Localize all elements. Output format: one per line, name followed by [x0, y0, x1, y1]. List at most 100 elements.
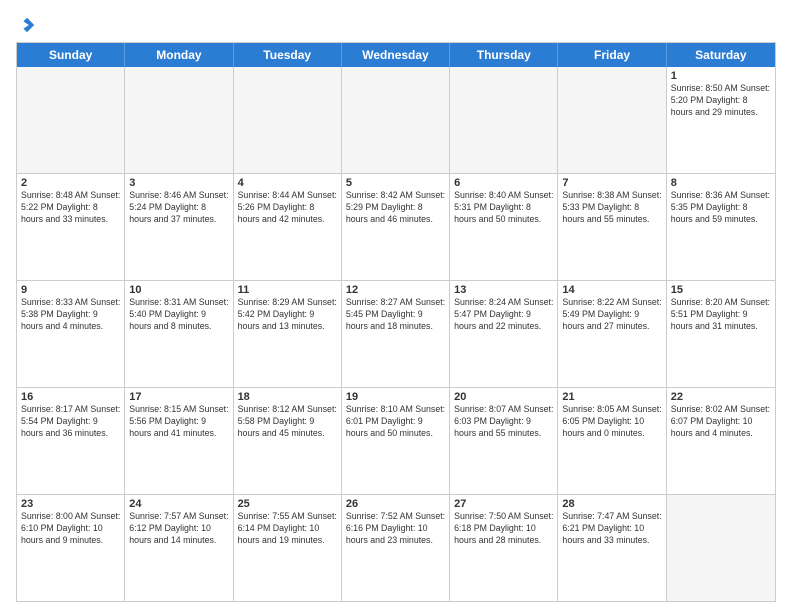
- day-number: 20: [454, 391, 553, 403]
- day-number: 15: [671, 284, 771, 296]
- calendar-header-row: SundayMondayTuesdayWednesdayThursdayFrid…: [17, 43, 775, 67]
- header: [16, 16, 776, 34]
- day-number: 6: [454, 177, 553, 189]
- day-number: 14: [562, 284, 661, 296]
- day-number: 27: [454, 498, 553, 510]
- day-info: Sunrise: 8:05 AM Sunset: 6:05 PM Dayligh…: [562, 404, 661, 440]
- day-cell-3: 3Sunrise: 8:46 AM Sunset: 5:24 PM Daylig…: [125, 174, 233, 280]
- day-number: 17: [129, 391, 228, 403]
- day-info: Sunrise: 8:20 AM Sunset: 5:51 PM Dayligh…: [671, 297, 771, 333]
- logo-icon: [18, 16, 36, 34]
- empty-cell: [234, 67, 342, 173]
- day-cell-27: 27Sunrise: 7:50 AM Sunset: 6:18 PM Dayli…: [450, 495, 558, 601]
- day-cell-20: 20Sunrise: 8:07 AM Sunset: 6:03 PM Dayli…: [450, 388, 558, 494]
- day-info: Sunrise: 7:55 AM Sunset: 6:14 PM Dayligh…: [238, 511, 337, 547]
- day-info: Sunrise: 8:46 AM Sunset: 5:24 PM Dayligh…: [129, 190, 228, 226]
- day-number: 12: [346, 284, 445, 296]
- day-cell-11: 11Sunrise: 8:29 AM Sunset: 5:42 PM Dayli…: [234, 281, 342, 387]
- day-number: 1: [671, 70, 771, 82]
- day-cell-7: 7Sunrise: 8:38 AM Sunset: 5:33 PM Daylig…: [558, 174, 666, 280]
- day-cell-19: 19Sunrise: 8:10 AM Sunset: 6:01 PM Dayli…: [342, 388, 450, 494]
- day-info: Sunrise: 8:31 AM Sunset: 5:40 PM Dayligh…: [129, 297, 228, 333]
- day-info: Sunrise: 8:10 AM Sunset: 6:01 PM Dayligh…: [346, 404, 445, 440]
- day-cell-4: 4Sunrise: 8:44 AM Sunset: 5:26 PM Daylig…: [234, 174, 342, 280]
- day-number: 24: [129, 498, 228, 510]
- day-info: Sunrise: 8:15 AM Sunset: 5:56 PM Dayligh…: [129, 404, 228, 440]
- day-cell-18: 18Sunrise: 8:12 AM Sunset: 5:58 PM Dayli…: [234, 388, 342, 494]
- day-info: Sunrise: 8:17 AM Sunset: 5:54 PM Dayligh…: [21, 404, 120, 440]
- day-info: Sunrise: 8:33 AM Sunset: 5:38 PM Dayligh…: [21, 297, 120, 333]
- day-cell-8: 8Sunrise: 8:36 AM Sunset: 5:35 PM Daylig…: [667, 174, 775, 280]
- day-info: Sunrise: 8:38 AM Sunset: 5:33 PM Dayligh…: [562, 190, 661, 226]
- day-number: 5: [346, 177, 445, 189]
- day-info: Sunrise: 8:29 AM Sunset: 5:42 PM Dayligh…: [238, 297, 337, 333]
- calendar-week-1: 1Sunrise: 8:50 AM Sunset: 5:20 PM Daylig…: [17, 67, 775, 173]
- empty-cell: [667, 495, 775, 601]
- day-number: 23: [21, 498, 120, 510]
- day-cell-21: 21Sunrise: 8:05 AM Sunset: 6:05 PM Dayli…: [558, 388, 666, 494]
- day-info: Sunrise: 7:57 AM Sunset: 6:12 PM Dayligh…: [129, 511, 228, 547]
- day-number: 3: [129, 177, 228, 189]
- day-number: 25: [238, 498, 337, 510]
- calendar-week-3: 9Sunrise: 8:33 AM Sunset: 5:38 PM Daylig…: [17, 280, 775, 387]
- empty-cell: [558, 67, 666, 173]
- day-cell-22: 22Sunrise: 8:02 AM Sunset: 6:07 PM Dayli…: [667, 388, 775, 494]
- day-cell-6: 6Sunrise: 8:40 AM Sunset: 5:31 PM Daylig…: [450, 174, 558, 280]
- day-info: Sunrise: 8:44 AM Sunset: 5:26 PM Dayligh…: [238, 190, 337, 226]
- day-cell-14: 14Sunrise: 8:22 AM Sunset: 5:49 PM Dayli…: [558, 281, 666, 387]
- day-info: Sunrise: 8:27 AM Sunset: 5:45 PM Dayligh…: [346, 297, 445, 333]
- day-cell-15: 15Sunrise: 8:20 AM Sunset: 5:51 PM Dayli…: [667, 281, 775, 387]
- day-cell-1: 1Sunrise: 8:50 AM Sunset: 5:20 PM Daylig…: [667, 67, 775, 173]
- day-info: Sunrise: 8:48 AM Sunset: 5:22 PM Dayligh…: [21, 190, 120, 226]
- empty-cell: [450, 67, 558, 173]
- day-cell-26: 26Sunrise: 7:52 AM Sunset: 6:16 PM Dayli…: [342, 495, 450, 601]
- header-cell-monday: Monday: [125, 43, 233, 67]
- day-info: Sunrise: 8:40 AM Sunset: 5:31 PM Dayligh…: [454, 190, 553, 226]
- day-info: Sunrise: 7:52 AM Sunset: 6:16 PM Dayligh…: [346, 511, 445, 547]
- empty-cell: [125, 67, 233, 173]
- calendar: SundayMondayTuesdayWednesdayThursdayFrid…: [16, 42, 776, 602]
- day-info: Sunrise: 8:36 AM Sunset: 5:35 PM Dayligh…: [671, 190, 771, 226]
- day-cell-9: 9Sunrise: 8:33 AM Sunset: 5:38 PM Daylig…: [17, 281, 125, 387]
- day-cell-16: 16Sunrise: 8:17 AM Sunset: 5:54 PM Dayli…: [17, 388, 125, 494]
- day-cell-12: 12Sunrise: 8:27 AM Sunset: 5:45 PM Dayli…: [342, 281, 450, 387]
- header-cell-sunday: Sunday: [17, 43, 125, 67]
- day-cell-28: 28Sunrise: 7:47 AM Sunset: 6:21 PM Dayli…: [558, 495, 666, 601]
- day-info: Sunrise: 8:02 AM Sunset: 6:07 PM Dayligh…: [671, 404, 771, 440]
- day-number: 18: [238, 391, 337, 403]
- day-cell-23: 23Sunrise: 8:00 AM Sunset: 6:10 PM Dayli…: [17, 495, 125, 601]
- day-cell-17: 17Sunrise: 8:15 AM Sunset: 5:56 PM Dayli…: [125, 388, 233, 494]
- page: SundayMondayTuesdayWednesdayThursdayFrid…: [0, 0, 792, 612]
- day-info: Sunrise: 8:12 AM Sunset: 5:58 PM Dayligh…: [238, 404, 337, 440]
- empty-cell: [17, 67, 125, 173]
- day-number: 8: [671, 177, 771, 189]
- day-number: 11: [238, 284, 337, 296]
- day-cell-5: 5Sunrise: 8:42 AM Sunset: 5:29 PM Daylig…: [342, 174, 450, 280]
- calendar-week-5: 23Sunrise: 8:00 AM Sunset: 6:10 PM Dayli…: [17, 494, 775, 601]
- day-info: Sunrise: 7:50 AM Sunset: 6:18 PM Dayligh…: [454, 511, 553, 547]
- day-info: Sunrise: 8:42 AM Sunset: 5:29 PM Dayligh…: [346, 190, 445, 226]
- day-info: Sunrise: 8:24 AM Sunset: 5:47 PM Dayligh…: [454, 297, 553, 333]
- day-number: 26: [346, 498, 445, 510]
- header-cell-saturday: Saturday: [667, 43, 775, 67]
- day-cell-2: 2Sunrise: 8:48 AM Sunset: 5:22 PM Daylig…: [17, 174, 125, 280]
- calendar-week-2: 2Sunrise: 8:48 AM Sunset: 5:22 PM Daylig…: [17, 173, 775, 280]
- day-number: 7: [562, 177, 661, 189]
- day-number: 16: [21, 391, 120, 403]
- header-cell-thursday: Thursday: [450, 43, 558, 67]
- day-info: Sunrise: 8:50 AM Sunset: 5:20 PM Dayligh…: [671, 83, 771, 119]
- header-cell-wednesday: Wednesday: [342, 43, 450, 67]
- day-number: 22: [671, 391, 771, 403]
- day-number: 28: [562, 498, 661, 510]
- day-number: 2: [21, 177, 120, 189]
- day-info: Sunrise: 7:47 AM Sunset: 6:21 PM Dayligh…: [562, 511, 661, 547]
- day-cell-25: 25Sunrise: 7:55 AM Sunset: 6:14 PM Dayli…: [234, 495, 342, 601]
- logo: [16, 16, 36, 34]
- day-number: 19: [346, 391, 445, 403]
- day-number: 9: [21, 284, 120, 296]
- day-number: 4: [238, 177, 337, 189]
- calendar-body: 1Sunrise: 8:50 AM Sunset: 5:20 PM Daylig…: [17, 67, 775, 601]
- day-cell-10: 10Sunrise: 8:31 AM Sunset: 5:40 PM Dayli…: [125, 281, 233, 387]
- day-info: Sunrise: 8:22 AM Sunset: 5:49 PM Dayligh…: [562, 297, 661, 333]
- day-info: Sunrise: 8:00 AM Sunset: 6:10 PM Dayligh…: [21, 511, 120, 547]
